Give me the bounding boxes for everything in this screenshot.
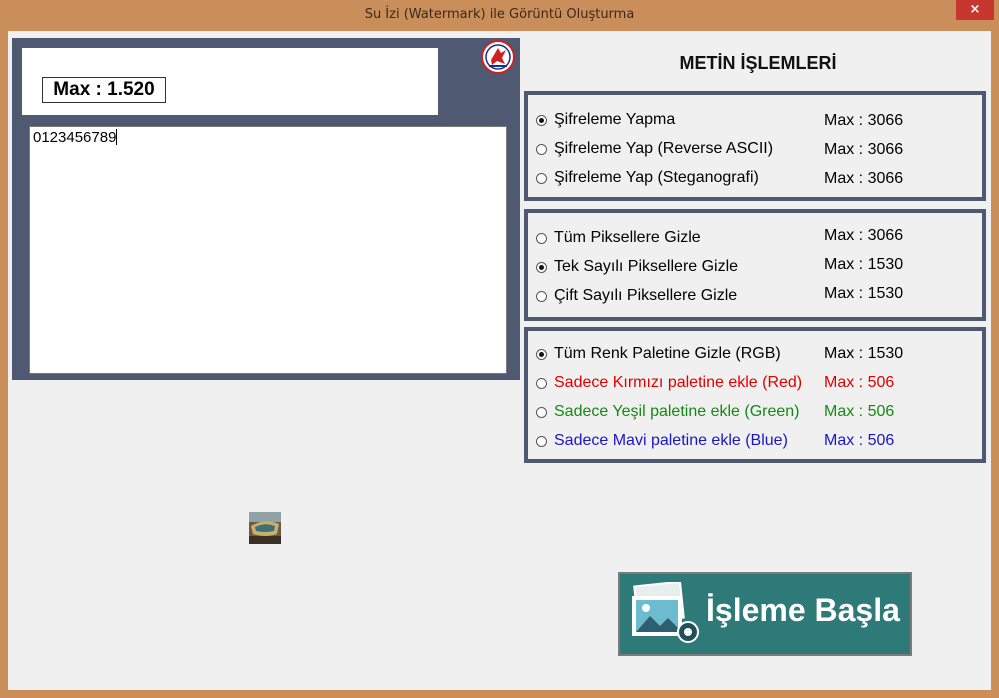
radio-indicator[interactable]: [536, 348, 547, 360]
text-caret: [116, 129, 118, 145]
radio-rgb[interactable]: Tüm Renk Paletine Gizle (RGB): [536, 343, 781, 365]
option-label: Tek Sayılı Piksellere Gizle: [554, 258, 739, 275]
boat-thumbnail-image[interactable]: [249, 512, 281, 544]
option-max: Max : 506: [824, 374, 895, 391]
radio-green[interactable]: Sadece Yeşil paletine ekle (Green): [536, 401, 800, 423]
radio-indicator[interactable]: [536, 172, 547, 184]
start-button-label: İşleme Başla: [706, 592, 900, 628]
title-bar: Su İzi (Watermark) ile Görüntü Oluşturma…: [0, 0, 999, 30]
start-process-button[interactable]: İşleme Başla: [618, 572, 912, 656]
option-max: Max : 3066: [824, 141, 904, 158]
option-max: Max : 506: [824, 432, 895, 449]
option-label: Sadece Mavi paletine ekle (Blue): [554, 432, 788, 449]
palette-options-group: Tüm Renk Paletine Gizle (RGB) Max : 1530…: [524, 327, 986, 463]
radio-indicator[interactable]: [536, 114, 547, 126]
close-button[interactable]: ×: [956, 0, 994, 20]
radio-blue[interactable]: Sadece Mavi paletine ekle (Blue): [536, 430, 788, 452]
option-max: Max : 1530: [824, 285, 904, 302]
option-max: Max : 1530: [824, 256, 904, 273]
radio-indicator[interactable]: [536, 406, 547, 418]
university-logo-icon: [481, 40, 515, 74]
radio-sifreleme-yapma[interactable]: Şifreleme Yapma: [536, 109, 675, 131]
radio-indicator[interactable]: [536, 435, 547, 447]
option-max: Max : 3066: [824, 112, 904, 129]
radio-tek-sayili[interactable]: Tek Sayılı Piksellere Gizle: [536, 256, 738, 278]
option-label: Sadece Kırmızı paletine ekle (Red): [554, 374, 803, 391]
window-title: Su İzi (Watermark) ile Görüntü Oluşturma: [364, 7, 635, 22]
message-textarea[interactable]: 0123456789: [29, 126, 507, 374]
radio-reverse-ascii[interactable]: Şifreleme Yap (Reverse ASCII): [536, 138, 773, 160]
metin-islemleri-heading: METİN İŞLEMLERİ: [679, 53, 837, 73]
option-label: Şifreleme Yap (Reverse ASCII): [554, 140, 774, 157]
option-label: Şifreleme Yap (Steganografi): [554, 169, 759, 186]
radio-indicator[interactable]: [536, 232, 547, 244]
image-gear-icon: [632, 582, 699, 643]
option-max: Max : 3066: [824, 227, 904, 244]
radio-steganografi[interactable]: Şifreleme Yap (Steganografi): [536, 167, 759, 189]
text-input-panel: Max : 1.520 0123456789: [12, 38, 520, 380]
encryption-options-group: Şifreleme Yapma Max : 3066 Şifreleme Yap…: [524, 91, 986, 201]
window-client: Max : 1.520 0123456789 METİN İŞLEMLERİ Ş…: [8, 31, 991, 690]
option-label: Çift Sayılı Piksellere Gizle: [554, 287, 738, 304]
radio-indicator[interactable]: [536, 143, 547, 155]
option-label: Şifreleme Yapma: [554, 111, 676, 128]
radio-tum-piksel[interactable]: Tüm Piksellere Gizle: [536, 227, 701, 249]
radio-indicator[interactable]: [536, 290, 547, 302]
radio-indicator[interactable]: [536, 377, 547, 389]
radio-indicator[interactable]: [536, 261, 547, 273]
option-label: Tüm Renk Paletine Gizle (RGB): [554, 345, 781, 362]
message-text: 0123456789: [33, 129, 117, 146]
option-max: Max : 506: [824, 403, 895, 420]
max-chars-badge: Max : 1.520: [42, 77, 166, 103]
radio-cift-sayili[interactable]: Çift Sayılı Piksellere Gizle: [536, 285, 737, 307]
option-label: Sadece Yeşil paletine ekle (Green): [554, 403, 800, 420]
radio-red[interactable]: Sadece Kırmızı paletine ekle (Red): [536, 372, 802, 394]
option-label: Tüm Piksellere Gizle: [554, 229, 701, 246]
option-max: Max : 1530: [824, 345, 904, 362]
pixel-options-group: Tüm Piksellere Gizle Max : 3066 Tek Sayı…: [524, 209, 986, 321]
option-max: Max : 3066: [824, 170, 904, 187]
